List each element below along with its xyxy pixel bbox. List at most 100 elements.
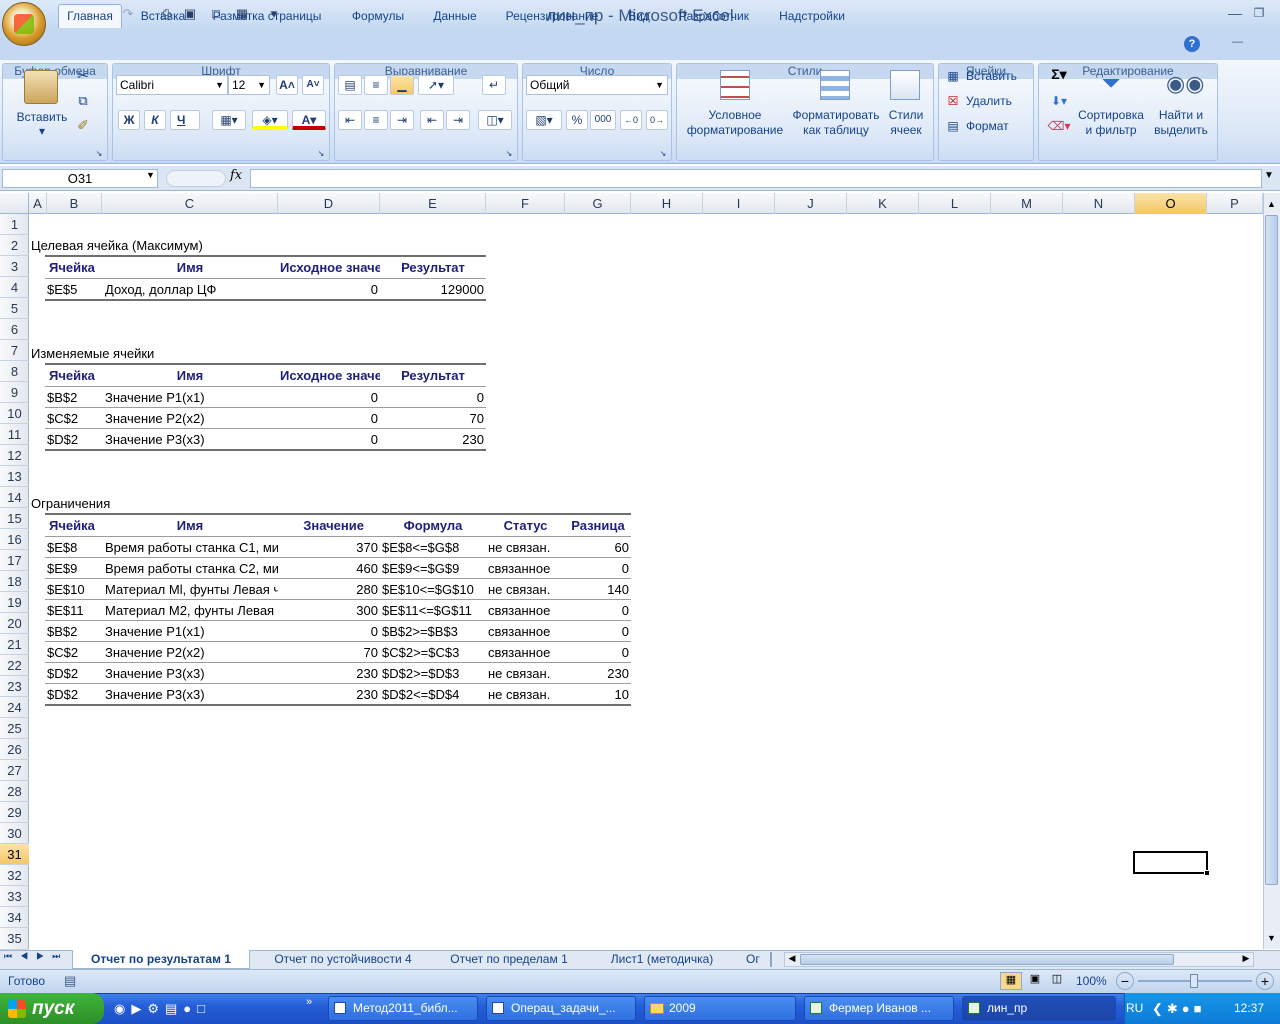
col-header-p[interactable]: P xyxy=(1207,193,1263,214)
scroll-left-icon[interactable]: ◀ xyxy=(786,953,798,964)
sheet-nav-icons[interactable]: ⏮◀▶⏭ xyxy=(4,951,74,962)
scroll-up-icon[interactable]: ▲ xyxy=(1265,196,1278,212)
tab-review[interactable]: Рецензирование xyxy=(496,6,608,28)
tab-insert[interactable]: Вставка xyxy=(130,6,196,28)
taskbar-item[interactable]: Метод2011_библ... xyxy=(328,996,478,1021)
insert-function-icon[interactable]: fx xyxy=(230,168,242,183)
row-header[interactable]: 2 xyxy=(0,235,29,256)
name-box[interactable]: O31 xyxy=(2,169,158,188)
tab-page-layout[interactable]: Разметка страницы xyxy=(204,6,330,28)
macro-record-icon[interactable]: ▤ xyxy=(64,973,76,989)
tab-data[interactable]: Данные xyxy=(424,6,486,28)
row-header[interactable]: 12 xyxy=(0,445,29,466)
col-header-n[interactable]: N xyxy=(1063,193,1135,214)
taskbar-item[interactable]: 2009 xyxy=(644,996,796,1021)
normal-view-icon[interactable]: ▦ xyxy=(1000,972,1022,990)
tab-home[interactable]: Главная xyxy=(58,4,122,28)
help-icon[interactable]: ? xyxy=(1184,36,1200,52)
delete-cells-button[interactable]: Удалить xyxy=(966,94,1028,109)
currency-icon[interactable]: ▧▾ xyxy=(526,110,562,130)
merge-center-icon[interactable]: ◫▾ xyxy=(478,110,512,130)
delete-cells-icon[interactable]: ☒ xyxy=(946,94,960,109)
row-header[interactable]: 6 xyxy=(0,319,29,340)
cell-styles-label1[interactable]: Стили xyxy=(882,108,930,123)
find-select-icon[interactable]: ◉◉ xyxy=(1166,68,1204,100)
align-right-icon[interactable]: ⇥ xyxy=(390,110,414,130)
row-header[interactable]: 16 xyxy=(0,529,29,550)
col-header-m[interactable]: M xyxy=(991,193,1063,214)
font-launcher-icon[interactable]: ↘ xyxy=(316,146,326,161)
format-table-icon[interactable] xyxy=(820,70,850,100)
row-header[interactable]: 14 xyxy=(0,487,29,508)
row-header[interactable]: 29 xyxy=(0,802,29,823)
tray-icons[interactable]: ❮✱●■ xyxy=(1152,1001,1206,1017)
conditional-format-icon[interactable] xyxy=(720,70,750,100)
zoom-slider-thumb[interactable] xyxy=(1190,974,1198,988)
row-header[interactable]: 22 xyxy=(0,655,29,676)
col-header-h[interactable]: H xyxy=(631,193,703,214)
minimize-icon[interactable]: — xyxy=(1224,4,1246,22)
format-painter-icon[interactable]: ✐ xyxy=(74,118,92,133)
tab-view[interactable]: Вид xyxy=(618,6,660,28)
row-header[interactable]: 24 xyxy=(0,697,29,718)
row-header[interactable]: 27 xyxy=(0,760,29,781)
row-header[interactable]: 17 xyxy=(0,550,29,571)
col-header-d[interactable]: D xyxy=(278,193,380,214)
row-header[interactable]: 10 xyxy=(0,403,29,424)
alignment-launcher-icon[interactable]: ↘ xyxy=(504,146,514,161)
row-header[interactable]: 1 xyxy=(0,214,29,235)
row-header[interactable]: 19 xyxy=(0,592,29,613)
percent-button[interactable]: % xyxy=(566,110,588,130)
col-header-o[interactable]: O xyxy=(1135,193,1207,214)
row-header[interactable]: 26 xyxy=(0,739,29,760)
format-table-label1[interactable]: Форматировать xyxy=(790,108,882,123)
taskbar-item[interactable]: Фермер Иванов ... xyxy=(804,996,954,1021)
wrap-text-icon[interactable]: ↵ xyxy=(482,75,506,95)
scroll-down-icon[interactable]: ▼ xyxy=(1265,930,1278,946)
col-header-j[interactable]: J xyxy=(775,193,847,214)
conditional-format-label2[interactable]: форматирование xyxy=(680,123,790,138)
col-header-e[interactable]: E xyxy=(380,193,486,214)
taskbar-item[interactable]: Операц_задачи_... xyxy=(486,996,636,1021)
select-all-button[interactable] xyxy=(0,193,29,214)
row-header[interactable]: 28 xyxy=(0,781,29,802)
row-header[interactable]: 9 xyxy=(0,382,29,403)
align-middle-icon[interactable]: ≡ xyxy=(364,75,388,95)
row-header[interactable]: 33 xyxy=(0,886,29,907)
name-box-dropdown-icon[interactable]: ▼ xyxy=(146,170,155,180)
font-name-combo[interactable]: Calibri ▼ xyxy=(116,75,228,95)
office-button[interactable] xyxy=(2,2,46,46)
col-header-a[interactable]: A xyxy=(29,193,47,214)
row-header[interactable]: 21 xyxy=(0,634,29,655)
bold-button[interactable]: Ж xyxy=(118,110,140,130)
quick-launch-icons[interactable]: ◉▶⚙▤●□ xyxy=(114,1001,304,1019)
col-header-f[interactable]: F xyxy=(486,193,565,214)
row-header[interactable]: 31 xyxy=(0,844,29,865)
decrease-decimal-icon[interactable]: 0→ xyxy=(646,110,668,130)
increase-decimal-icon[interactable]: ←0 xyxy=(620,110,642,130)
cut-icon[interactable]: ✂ xyxy=(74,68,92,83)
align-bottom-icon[interactable]: ▁ xyxy=(390,75,414,95)
borders-icon[interactable]: ▦▾ xyxy=(212,110,246,130)
sort-filter-label2[interactable]: и фильтр xyxy=(1076,123,1146,138)
tab-formulas[interactable]: Формулы xyxy=(340,6,416,28)
sheet-tab-next[interactable]: Ог xyxy=(746,950,762,969)
shrink-font-icon[interactable]: A˅ xyxy=(302,75,324,95)
row-header[interactable]: 15 xyxy=(0,508,29,529)
underline-button[interactable]: Ч xyxy=(170,110,200,130)
number-format-combo[interactable]: Общий ▼ xyxy=(526,75,668,95)
fill-handle[interactable] xyxy=(1204,870,1210,876)
autosum-icon[interactable]: Σ▾ xyxy=(1044,67,1074,82)
row-header[interactable]: 30 xyxy=(0,823,29,844)
row-header[interactable]: 32 xyxy=(0,865,29,886)
paste-icon[interactable] xyxy=(24,70,58,104)
row-header[interactable]: 5 xyxy=(0,298,29,319)
orientation-icon[interactable]: ➚▾ xyxy=(418,75,454,95)
fill-color-icon[interactable]: ◈▾ xyxy=(252,110,288,130)
sheet-tab-limits[interactable]: Отчет по пределам 1 xyxy=(436,950,582,969)
expand-formula-icon[interactable]: ▼ xyxy=(1264,170,1274,181)
copy-icon[interactable]: ⧉ xyxy=(74,93,92,108)
find-select-label1[interactable]: Найти и xyxy=(1148,108,1214,123)
row-header[interactable]: 23 xyxy=(0,676,29,697)
fill-icon[interactable]: ⬇▾ xyxy=(1044,94,1074,109)
